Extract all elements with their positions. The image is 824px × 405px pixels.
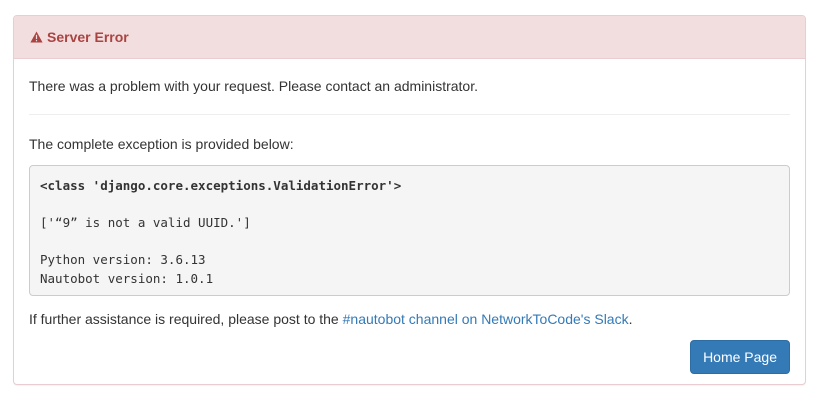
home-page-button[interactable]: Home Page <box>690 340 790 374</box>
actions-row: Home Page <box>29 340 790 374</box>
panel-title: Server Error <box>47 29 129 45</box>
slack-channel-link[interactable]: #nautobot channel on NetworkToCode's Sla… <box>343 311 629 327</box>
panel-body: There was a problem with your request. P… <box>14 59 805 374</box>
exception-label: The complete exception is provided below… <box>29 136 294 152</box>
nautobot-version: Nautobot version: 1.0.1 <box>40 270 214 286</box>
warning-icon <box>30 31 43 43</box>
exception-class: <class 'django.core.exceptions.Validatio… <box>40 178 402 193</box>
panel-heading: Server Error <box>14 16 805 59</box>
exception-block: <class 'django.core.exceptions.Validatio… <box>29 165 790 296</box>
assistance-text: If further assistance is required, pleas… <box>29 296 790 329</box>
python-version: Python version: 3.6.13 <box>40 252 206 267</box>
error-panel: Server Error There was a problem with yo… <box>13 15 806 385</box>
exception-message: ['“9” is not a valid UUID.'] <box>40 215 251 230</box>
intro-text: There was a problem with your request. P… <box>29 78 478 94</box>
assistance-suffix: . <box>628 311 633 327</box>
assistance-prefix: If further assistance is required, pleas… <box>29 311 343 327</box>
